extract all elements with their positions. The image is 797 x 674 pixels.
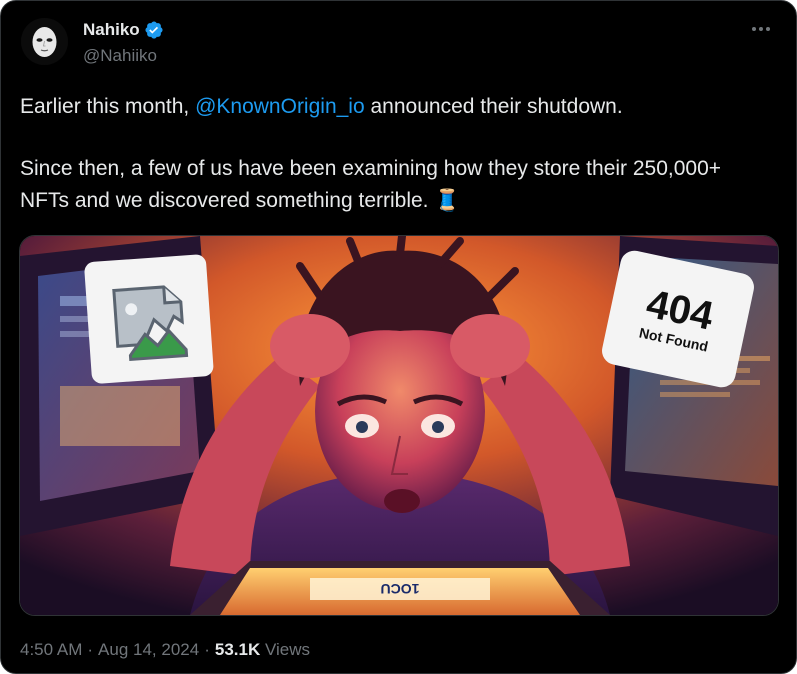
tweet-text: Earlier this month, @KnownOrigin_io anno… (20, 91, 760, 217)
laptop-screen-text: 1OCU (381, 581, 420, 597)
tweet-paragraph-2: Since then, a few of us have been examin… (20, 157, 722, 212)
tweet-time[interactable]: 4:50 AM (20, 640, 82, 660)
separator: · (204, 640, 210, 659)
author-handle[interactable]: @Nahiiko (83, 46, 157, 66)
display-name[interactable]: Nahiko (83, 20, 140, 40)
mention-link[interactable]: @KnownOrigin_io (195, 95, 365, 118)
views-label: Views (264, 640, 311, 659)
broken-image-card (84, 254, 214, 384)
author-name-row[interactable]: Nahiko (83, 20, 164, 40)
tweet-card: Nahiko @Nahiiko Earlier this month, @Kno… (0, 0, 797, 674)
tweet-text-segment: announced their shutdown. (364, 95, 623, 118)
verified-badge-icon (145, 21, 163, 39)
left-hand (270, 314, 350, 378)
tweet-date[interactable]: Aug 14, 2024 (98, 640, 199, 660)
separator: · (87, 640, 94, 659)
tweet-meta: 4:50 AM · Aug 14, 2024 · 53.1K Views (20, 640, 310, 660)
views-count: 53.1K (214, 640, 261, 659)
avatar[interactable] (21, 18, 68, 65)
avatar-mask-icon (21, 18, 68, 65)
person-mouth (384, 489, 420, 513)
tweet-image[interactable]: 1OCU 404 Not Found (19, 235, 779, 616)
tweet-text-segment: Earlier this month, (20, 95, 196, 118)
right-hand (450, 314, 530, 378)
tweet-paragraph-1: Earlier this month, @KnownOrigin_io anno… (20, 91, 760, 123)
illustration: 1OCU 404 Not Found (20, 236, 778, 615)
more-options-icon[interactable] (748, 19, 774, 39)
